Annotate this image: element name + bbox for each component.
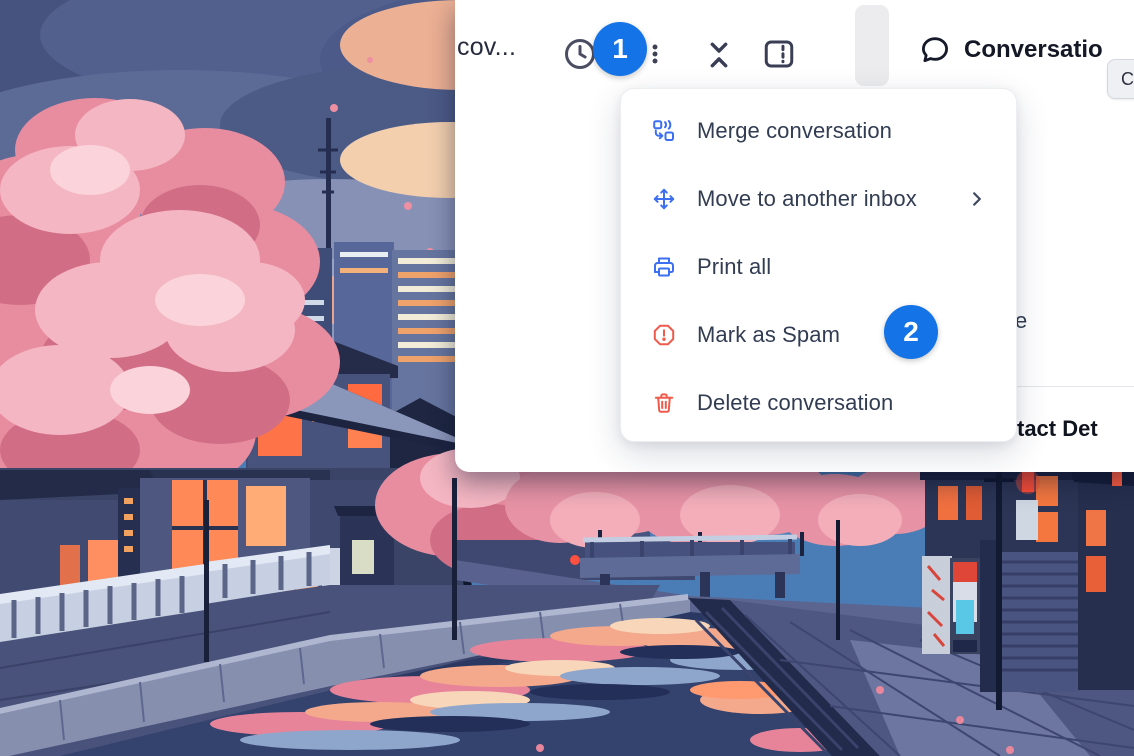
annotation-badge-1-number: 1 (612, 33, 628, 65)
move-arrows-icon (652, 187, 676, 211)
annotation-badge-2[interactable]: 2 (884, 305, 938, 359)
trash-icon (652, 391, 676, 415)
contact-details-heading-fragment: tact Det (1017, 416, 1098, 442)
collapse-thread-button[interactable] (703, 39, 735, 71)
menu-item-mark-as-spam[interactable]: Mark as Spam (621, 301, 1016, 369)
printer-icon (652, 255, 676, 279)
right-panel-title: Conversatio (964, 36, 1103, 64)
annotation-badge-1[interactable]: 1 (593, 22, 647, 76)
spam-octagon-icon (652, 323, 676, 347)
chevron-right-icon (968, 190, 986, 208)
shortcut-key-hint: C (1107, 59, 1134, 99)
shortcut-key-label: C (1121, 69, 1134, 90)
menu-item-label: Print all (697, 254, 771, 280)
side-panel-icon (762, 37, 796, 71)
sidebar-divider (1003, 386, 1134, 387)
menu-item-label: Mark as Spam (697, 322, 840, 348)
menu-item-label: Delete conversation (697, 390, 893, 416)
right-panel-header: Conversatio (919, 34, 1103, 66)
toggle-sidebar-button[interactable] (762, 37, 796, 71)
scrollbar-thumb[interactable] (855, 5, 889, 86)
annotation-badge-2-number: 2 (903, 316, 919, 348)
merge-icon (652, 119, 676, 143)
collapse-vertical-icon (703, 39, 735, 71)
conversation-actions-menu: Merge conversation Move to another inbox (620, 88, 1017, 442)
menu-item-delete-conversation[interactable]: Delete conversation (621, 369, 1016, 437)
menu-item-label: Move to another inbox (697, 186, 917, 212)
menu-item-merge-conversation[interactable]: Merge conversation (621, 97, 1016, 165)
menu-item-label: Merge conversation (697, 118, 892, 144)
menu-item-move-to-another-inbox[interactable]: Move to another inbox (621, 165, 1016, 233)
chat-bubble-icon (919, 34, 951, 66)
conversation-title-truncated: cov... (457, 33, 516, 62)
menu-item-print-all[interactable]: Print all (621, 233, 1016, 301)
